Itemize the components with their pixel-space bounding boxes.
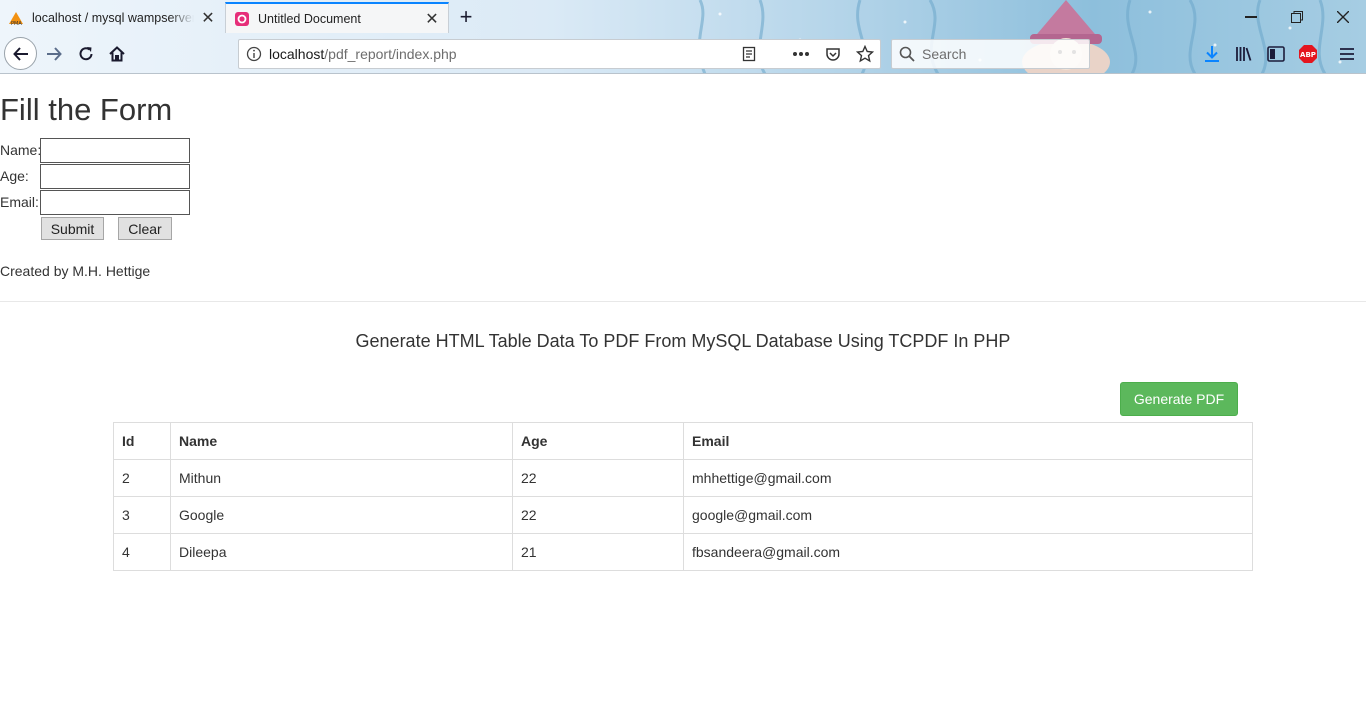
email-input[interactable] [40, 189, 190, 215]
page-icon [234, 11, 250, 27]
cell-id: 3 [113, 496, 171, 534]
credit-text: Created by M.H. Hettige [0, 263, 151, 279]
close-tab-icon[interactable]: ✕ [200, 10, 216, 27]
search-bar[interactable]: Search [891, 39, 1090, 69]
library-icon[interactable] [1230, 40, 1258, 68]
svg-text:PMA: PMA [11, 21, 22, 26]
back-icon[interactable] [4, 37, 37, 70]
age-input[interactable] [40, 163, 190, 189]
reload-icon[interactable] [70, 38, 102, 70]
cell-id: 2 [113, 459, 171, 497]
cell-age: 22 [512, 496, 684, 534]
tab-untitled-document[interactable]: Untitled Document ✕ [225, 2, 449, 33]
clear-button[interactable]: Clear [118, 217, 172, 240]
name-label: Name: [0, 142, 42, 158]
adblock-icon[interactable]: ABP [1294, 40, 1322, 68]
cell-age: 22 [512, 459, 684, 497]
cell-name: Dileepa [170, 533, 513, 571]
menu-icon[interactable] [1333, 40, 1361, 68]
generate-pdf-button[interactable]: Generate PDF [1120, 382, 1238, 416]
close-tab-icon[interactable]: ✕ [424, 11, 440, 28]
users-table: Id Name Age Email 2 Mithun 22 mhhettige@… [113, 422, 1253, 571]
search-placeholder: Search [922, 46, 967, 62]
age-label: Age: [0, 168, 29, 184]
name-input[interactable] [40, 137, 190, 163]
svg-text:ABP: ABP [1300, 51, 1316, 59]
cell-email: google@gmail.com [683, 496, 1253, 534]
download-icon[interactable] [1198, 40, 1226, 68]
bookmark-star-icon[interactable] [854, 43, 876, 65]
url-path: /pdf_report/index.php [324, 46, 457, 62]
page-content: Fill the Form Name: Age: Email: Submit C… [0, 75, 1366, 723]
phpmyadmin-icon: PMA [8, 10, 24, 26]
column-header: Name [170, 422, 513, 460]
info-icon[interactable] [239, 46, 269, 62]
email-label: Email: [0, 194, 39, 210]
cell-id: 4 [113, 533, 171, 571]
cell-name: Mithun [170, 459, 513, 497]
submit-button[interactable]: Submit [41, 217, 104, 240]
pocket-icon[interactable] [822, 43, 844, 65]
restore-icon[interactable] [1286, 6, 1308, 28]
search-icon [892, 46, 922, 62]
reader-view-icon[interactable] [738, 43, 760, 65]
column-header: Age [512, 422, 684, 460]
report-title: Generate HTML Table Data To PDF From MyS… [355, 331, 1011, 351]
new-tab-icon[interactable]: + [454, 4, 478, 29]
cell-name: Google [170, 496, 513, 534]
tab-title: localhost / mysql wampserver / ... [32, 10, 194, 25]
divider [0, 301, 1366, 302]
tab-phpmyadmin[interactable]: PMA localhost / mysql wampserver / ... ✕ [0, 2, 224, 33]
close-window-icon[interactable] [1332, 6, 1354, 28]
cell-email: mhhettige@gmail.com [683, 459, 1253, 497]
form-title: Fill the Form [0, 92, 173, 127]
tab-title: Untitled Document [258, 11, 361, 26]
cell-age: 21 [512, 533, 684, 571]
url-bar[interactable]: localhost/pdf_report/index.php [238, 39, 881, 69]
minimize-icon[interactable] [1240, 6, 1262, 28]
browser-chrome: PMA localhost / mysql wampserver / ... ✕… [0, 0, 1366, 74]
table-row: 2 Mithun 22 mhhettige@gmail.com [113, 459, 1253, 497]
table-row: 4 Dileepa 21 fbsandeera@gmail.com [113, 533, 1253, 571]
cell-email: fbsandeera@gmail.com [683, 533, 1253, 571]
name-row: Name: [0, 137, 190, 163]
column-header: Id [113, 422, 171, 460]
sidebar-icon[interactable] [1262, 40, 1290, 68]
email-row: Email: [0, 189, 190, 215]
more-actions-icon[interactable] [790, 43, 812, 65]
home-icon[interactable] [101, 38, 133, 70]
table-header-row: Id Name Age Email [113, 422, 1253, 460]
age-row: Age: [0, 163, 190, 189]
forward-icon[interactable] [38, 38, 70, 70]
table-row: 3 Google 22 google@gmail.com [113, 496, 1253, 534]
column-header: Email [683, 422, 1253, 460]
url-host: localhost [269, 46, 325, 62]
